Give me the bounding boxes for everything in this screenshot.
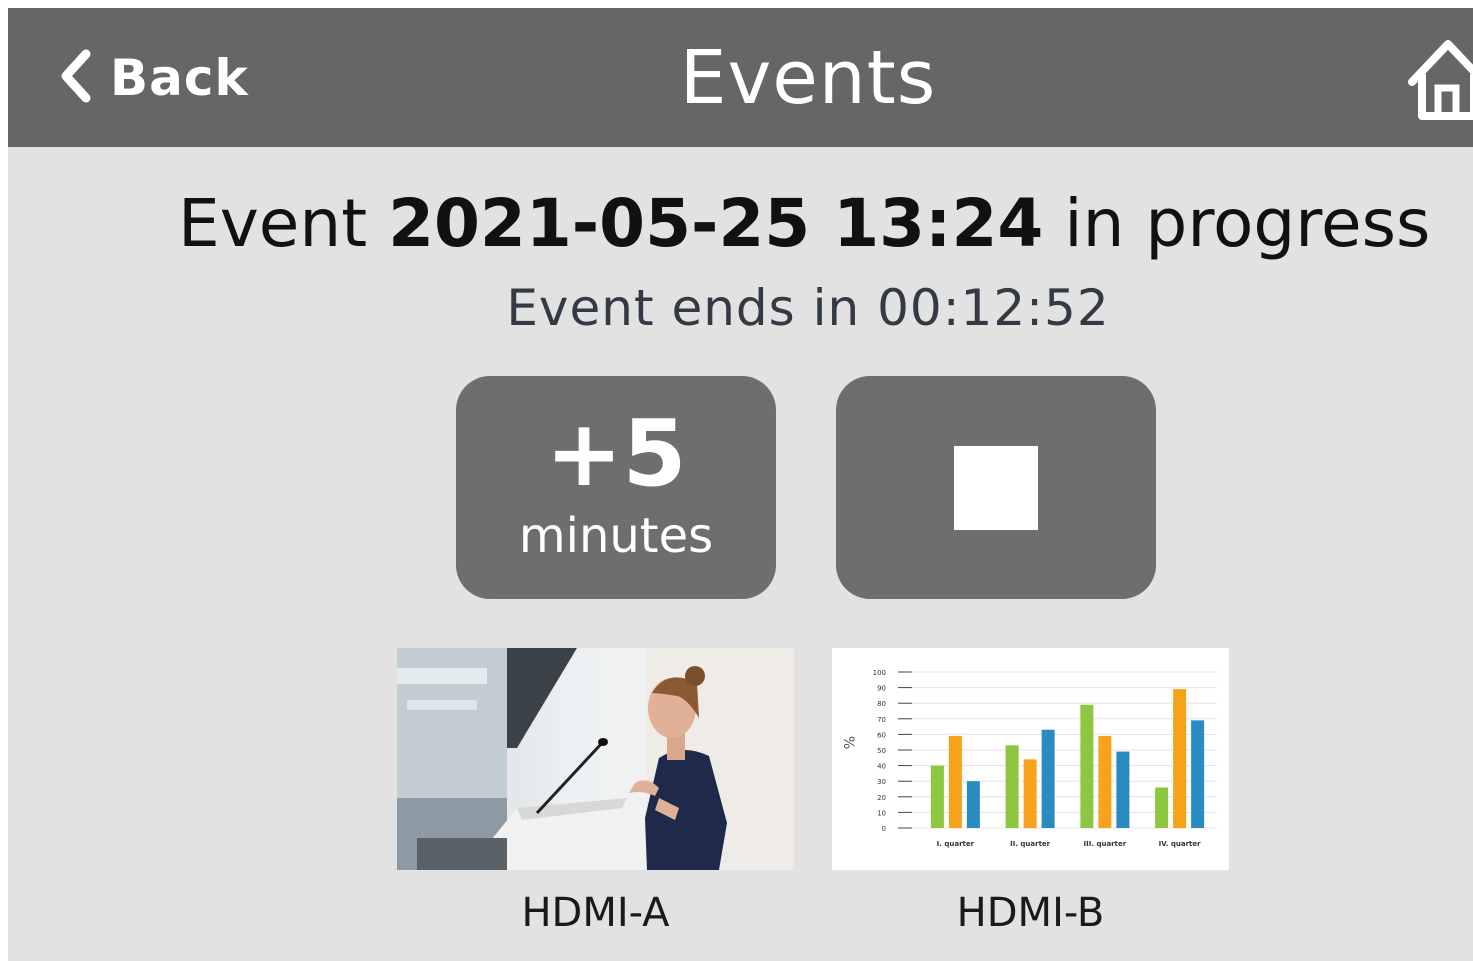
chart-bar [966,781,980,828]
chart-bar [1116,751,1130,828]
chart-bar [930,765,944,828]
bar-chart-preview: % 0 10 20 30 40 50 60 70 80 90 100 I. quarter II. qu… [832,648,1229,870]
hdmi-a-thumbnail [397,648,794,870]
home-icon [1408,40,1473,120]
event-datetime: 2021-05-25 13:24 [388,185,1044,262]
extend-unit: minutes [518,508,714,564]
chart-ytick-label: 40 [877,763,886,771]
chart-bar [1023,759,1037,828]
event-heading: Event 2021-05-25 13:24 in progress [178,184,1430,264]
chart-ytick-label: 30 [877,778,886,786]
chart-category-label: III. quarter [1084,840,1127,848]
source-hdmi-a[interactable]: HDMI-A [397,648,794,938]
events-screen: Back Events Event 2021-05-25 13:24 in pr… [8,8,1473,961]
event-countdown: Event ends in 00:12:52 [506,279,1110,337]
event-prefix: Event [178,185,368,262]
chart-ytick-label: 90 [877,685,886,693]
chart-category-label: II. quarter [1010,840,1051,848]
speaker-at-podium-photo [397,648,794,870]
chart-bar [948,735,962,828]
chart-bar [1191,720,1205,828]
chart-bar [1098,735,1112,828]
hdmi-b-label: HDMI-B [956,890,1105,936]
chart-ytick-label: 70 [877,716,886,724]
chart-ytick-label: 50 [877,747,886,755]
chart-ytick-label: 80 [877,700,886,708]
chart-bar [1041,729,1055,828]
chart-ylabel: % [840,736,856,749]
chart-bar [1080,704,1094,828]
chart-category-label: IV. quarter [1159,840,1201,848]
chart-ytick-label: 10 [877,809,886,817]
home-button[interactable] [1408,34,1473,120]
chart-ytick-label: 100 [873,669,886,677]
hdmi-a-label: HDMI-A [521,890,670,936]
stop-icon [954,446,1038,530]
chart-bar [1173,689,1187,828]
page-title: Events [679,35,937,121]
chart-category-label: I. quarter [937,840,975,848]
event-status: in progress [1064,185,1431,262]
stop-event-button[interactable] [836,376,1156,599]
hdmi-b-thumbnail: % 0 10 20 30 40 50 60 70 80 90 100 I. quarter II. qu… [832,648,1229,870]
chart-bar [1155,787,1169,828]
source-hdmi-b[interactable]: % 0 10 20 30 40 50 60 70 80 90 100 I. quarter II. qu… [832,648,1229,938]
chart-ytick-label: 20 [877,794,886,802]
top-bar: Back Events [8,8,1473,147]
extend-5-minutes-button[interactable]: +5 minutes [456,376,776,599]
chart-bar [1005,745,1019,828]
extend-value: +5 [545,400,687,507]
chart-ytick-label: 60 [877,731,886,739]
chart-ytick-label: 0 [882,825,886,833]
